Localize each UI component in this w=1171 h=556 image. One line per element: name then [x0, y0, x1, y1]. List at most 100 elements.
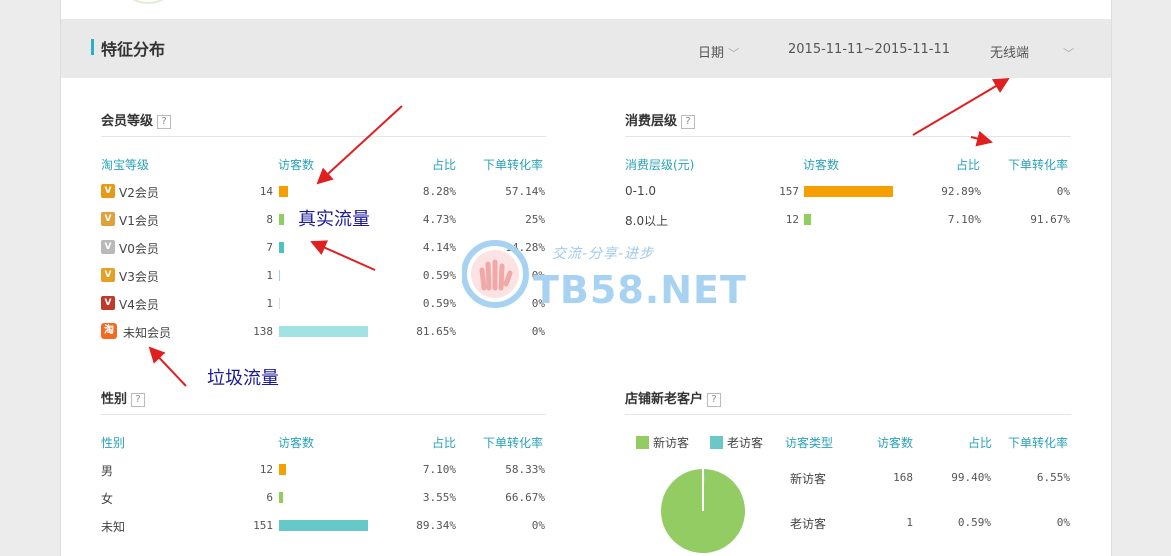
period-dropdown[interactable]: 日期 ﹀: [698, 42, 739, 61]
consumption-col-share: 占比: [956, 158, 981, 172]
share-value: 0.59%: [422, 297, 456, 310]
conversion-value: 6.55%: [1036, 471, 1070, 484]
title-accent-bar: [91, 39, 94, 55]
gender-name: 女: [101, 492, 114, 506]
divider: [101, 136, 546, 137]
share-bar: [804, 214, 811, 225]
gender-col-visitors: 访客数: [278, 436, 315, 450]
share-bar: [279, 186, 289, 197]
visitor-count: 138: [253, 325, 273, 338]
consumption-col-level: 消费层级(元): [625, 158, 695, 172]
chevron-down-icon: ﹀: [728, 47, 740, 60]
share-value: 7.10%: [422, 463, 456, 476]
visitor-count: 1: [906, 516, 913, 529]
visitor-count: 1: [266, 297, 273, 310]
member-level-name: V3会员: [119, 270, 159, 284]
visitor-count: 151: [253, 519, 273, 532]
page-title: 特征分布: [101, 40, 166, 59]
period-label: 日期: [698, 46, 725, 61]
conversion-value: 57.14%: [505, 185, 545, 198]
conversion-value: 0%: [531, 325, 545, 338]
watermark-site: TB58.NET: [533, 268, 747, 312]
share-bar: [279, 520, 369, 531]
consumption-title-text: 消费层级: [625, 114, 678, 129]
consumption-col-visitors: 访客数: [803, 158, 840, 172]
conversion-value: 66.67%: [505, 491, 545, 504]
conversion-value: 58.33%: [505, 463, 545, 476]
gender-name: 未知: [101, 520, 126, 534]
share-value: 81.65%: [416, 325, 456, 338]
annotation-real-traffic: 真实流量: [298, 209, 370, 230]
device-dropdown[interactable]: 无线端 ﹀: [990, 42, 1074, 61]
share-value: 7.10%: [947, 213, 981, 226]
share-value: 8.28%: [422, 185, 456, 198]
visitor-count: 12: [785, 213, 799, 226]
member-col-conversion: 下单转化率: [483, 158, 544, 172]
share-bar: [279, 270, 280, 281]
new-old-col-share: 占比: [968, 436, 993, 450]
hand-logo-icon: [462, 240, 529, 308]
section-header: 特征分布 日期 ﹀ 2015-11-11~2015-11-11 无线端 ﹀: [61, 19, 1111, 78]
new-old-col-type: 访客类型: [785, 436, 834, 450]
visitor-type-name: 新访客: [790, 472, 827, 486]
visitor-count: 168: [893, 471, 913, 484]
member-col-visitors: 访客数: [278, 158, 315, 172]
share-bar: [279, 326, 368, 337]
share-value: 0.59%: [422, 269, 456, 282]
share-bar: [279, 464, 287, 475]
legend-swatch-old: [710, 436, 723, 449]
share-value: 4.73%: [422, 213, 456, 226]
share-bar: [804, 186, 894, 197]
gender-name: 男: [101, 464, 114, 478]
share-bar: [279, 242, 284, 253]
conversion-value: 25%: [525, 213, 545, 226]
share-bar: [279, 492, 283, 503]
legend-swatch-new: [636, 436, 649, 449]
help-icon[interactable]: ?: [131, 393, 146, 407]
member-level-name: V4会员: [119, 298, 159, 312]
member-level-name: V2会员: [119, 186, 159, 200]
divider: [625, 414, 1071, 415]
visitor-count: 1: [266, 269, 273, 282]
help-icon[interactable]: ?: [681, 115, 696, 129]
visitor-type-name: 老访客: [790, 517, 827, 531]
conversion-value: 0%: [1056, 516, 1070, 529]
gender-title: 性别?: [101, 388, 146, 407]
gender-title-text: 性别: [101, 392, 128, 407]
visitor-count: 157: [779, 185, 799, 198]
share-value: 92.89%: [941, 185, 981, 198]
v4-badge-icon: V: [101, 296, 115, 310]
new-old-title-text: 店铺新老客户: [625, 392, 704, 407]
member-level-title-text: 会员等级: [101, 114, 154, 129]
taobao-icon: 淘: [101, 323, 117, 339]
visitor-count: 14: [259, 185, 273, 198]
share-bar: [279, 214, 285, 225]
new-old-col-conversion: 下单转化率: [1008, 436, 1069, 450]
share-value: 4.14%: [422, 241, 456, 254]
consumption-col-conversion: 下单转化率: [1008, 158, 1069, 172]
divider: [101, 414, 546, 415]
new-old-col-visitors: 访客数: [877, 436, 914, 450]
consumption-title: 消费层级?: [625, 110, 696, 129]
v0-badge-icon: V: [101, 240, 115, 254]
member-col-share: 占比: [432, 158, 457, 172]
legend-old-label: 老访客: [727, 436, 764, 450]
conversion-value: 0%: [531, 519, 545, 532]
visitor-count: 7: [266, 241, 273, 254]
v3-badge-icon: V: [101, 268, 115, 282]
legend-new-label: 新访客: [653, 436, 690, 450]
v2-badge-icon: V: [101, 184, 115, 198]
consumption-level-name: 0-1.0: [625, 184, 657, 198]
share-value: 3.55%: [422, 491, 456, 504]
visitor-count: 8: [266, 213, 273, 226]
divider: [625, 136, 1071, 137]
conversion-value: 0%: [1056, 185, 1070, 198]
gender-col-share: 占比: [432, 436, 457, 450]
share-value: 0.59%: [957, 516, 991, 529]
consumption-level-name: 8.0以上: [625, 214, 669, 228]
share-bar: [279, 298, 280, 309]
help-icon[interactable]: ?: [707, 393, 722, 407]
date-range-picker[interactable]: 2015-11-11~2015-11-11: [788, 42, 950, 57]
device-label: 无线端: [990, 46, 1030, 61]
help-icon[interactable]: ?: [157, 115, 172, 129]
